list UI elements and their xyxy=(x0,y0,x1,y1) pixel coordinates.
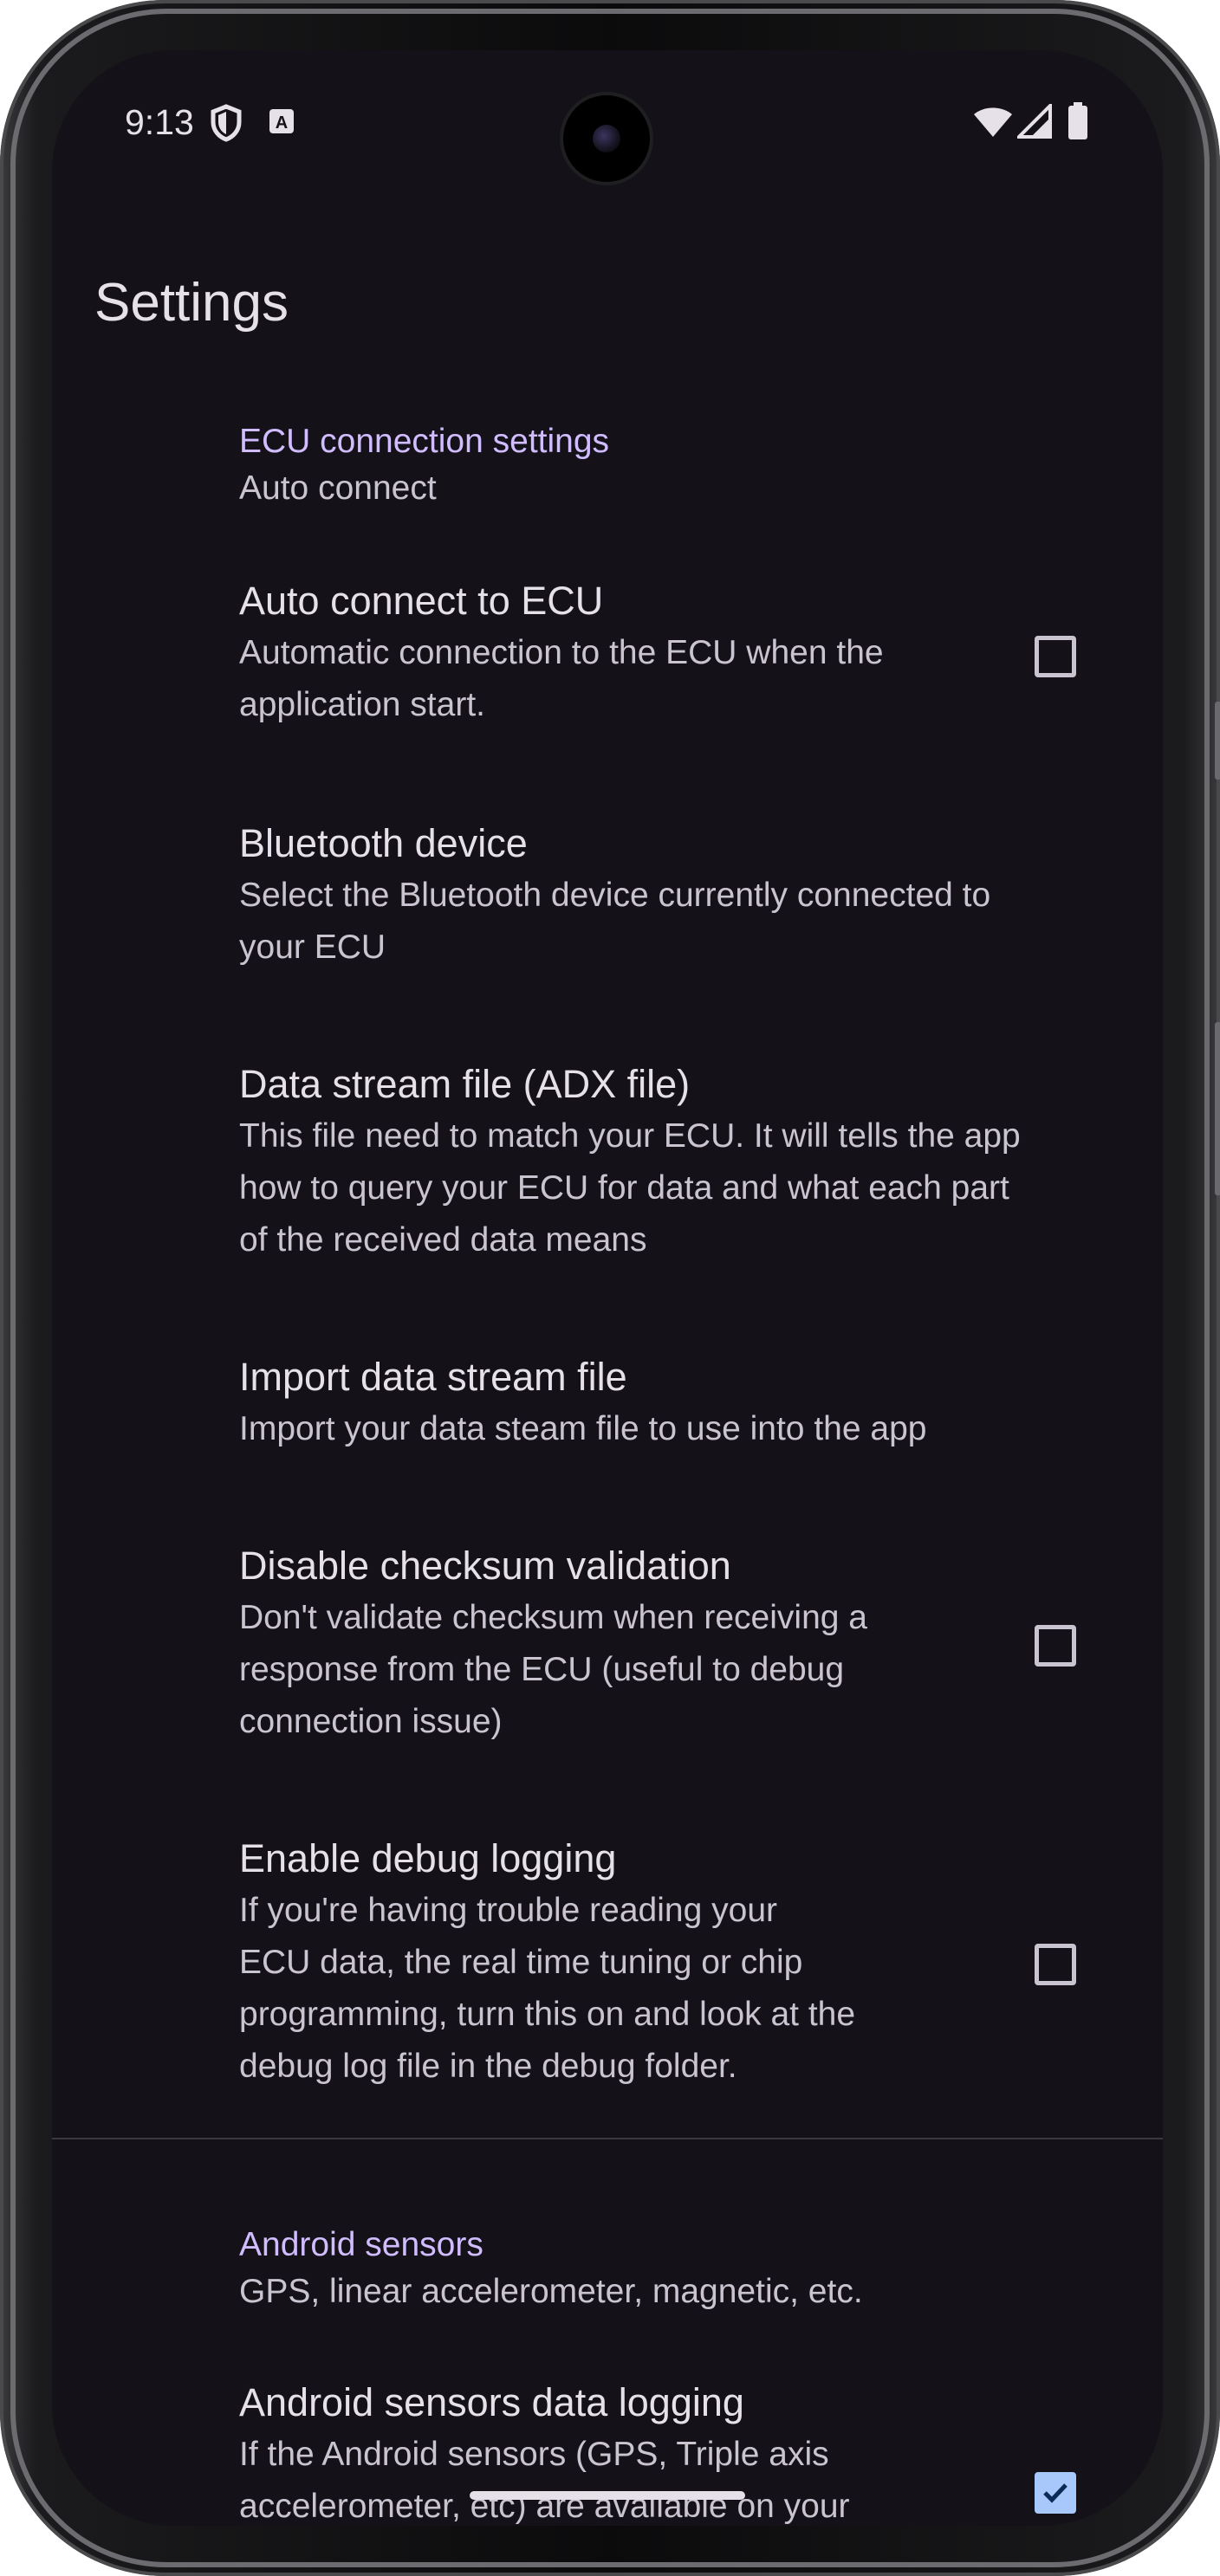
pref-title: Android sensors data logging xyxy=(239,2380,744,2424)
pref-title: Disable checksum validation xyxy=(239,1544,731,1588)
category-subtitle-ecu-connection: Auto connect xyxy=(239,469,437,507)
pref-summary-line: This file need to match your ECU. It wil… xyxy=(239,1117,1021,1155)
category-subtitle-android-sensors: GPS, linear accelerometer, magnetic, etc… xyxy=(239,2273,863,2310)
section-divider xyxy=(52,2138,1163,2139)
cellular-signal-icon xyxy=(1015,101,1052,143)
category-title-ecu-connection: ECU connection settings xyxy=(239,423,610,460)
category-title-android-sensors: Android sensors xyxy=(239,2226,483,2263)
auto-connect-checkbox[interactable] xyxy=(1035,636,1076,677)
accessibility-a-icon: A xyxy=(268,107,295,139)
pref-summary-line: If you're having trouble reading your xyxy=(239,1892,777,1929)
page-title: Settings xyxy=(94,273,289,333)
volume-button xyxy=(1215,702,1220,780)
pref-summary-line: application start. xyxy=(239,686,485,723)
pref-import-data-stream[interactable]: Import data stream file Import your data… xyxy=(239,1351,1140,1455)
pref-summary-line: your ECU xyxy=(239,929,386,966)
pref-summary-line: connection issue) xyxy=(239,1703,503,1740)
pref-android-sensors-logging[interactable]: Android sensors data logging If the Andr… xyxy=(239,2377,1140,2526)
pref-summary-line: debug log file in the debug folder. xyxy=(239,2048,737,2085)
pref-enable-debug-logging[interactable]: Enable debug logging If you're having tr… xyxy=(239,1833,1140,2093)
pref-title: Auto connect to ECU xyxy=(239,579,604,623)
pref-summary-line: ECU data, the real time tuning or chip xyxy=(239,1944,803,1981)
wifi-icon xyxy=(972,106,1014,143)
checkmark-icon xyxy=(1043,2483,1068,2503)
pref-auto-connect[interactable]: Auto connect to ECU Automatic connection… xyxy=(239,575,1140,731)
disable-checksum-checkbox[interactable] xyxy=(1035,1625,1076,1667)
pref-summary-line: of the received data means xyxy=(239,1221,647,1259)
gesture-nav-handle[interactable] xyxy=(470,2491,745,2500)
front-camera xyxy=(563,95,650,182)
pref-summary-line: response from the ECU (useful to debug xyxy=(239,1651,845,1688)
svg-text:A: A xyxy=(276,113,288,133)
pref-summary-line: Import your data steam file to use into … xyxy=(239,1410,927,1447)
pref-title: Bluetooth device xyxy=(239,821,528,865)
pref-title: Import data stream file xyxy=(239,1355,627,1399)
pref-summary-line: Automatic connection to the ECU when the xyxy=(239,634,884,671)
pref-summary-line: Don't validate checksum when receiving a xyxy=(239,1599,867,1636)
phone-frame: 9:13 A Settings ECU connection settings … xyxy=(0,0,1220,2576)
screen: 9:13 A Settings ECU connection settings … xyxy=(52,50,1163,2526)
debug-logging-checkbox[interactable] xyxy=(1035,1944,1076,1985)
power-button xyxy=(1215,1022,1220,1195)
pref-summary-line: accelerometer, etc) are available on you… xyxy=(239,2488,850,2525)
pref-summary-line: If the Android sensors (GPS, Triple axis xyxy=(239,2436,829,2473)
pref-data-stream-file[interactable]: Data stream file (ADX file) This file ne… xyxy=(239,1058,1140,1266)
battery-icon xyxy=(1068,102,1088,145)
pref-summary-line: programming, turn this on and look at th… xyxy=(239,1996,856,2033)
pref-bluetooth-device[interactable]: Bluetooth device Select the Bluetooth de… xyxy=(239,818,1140,974)
pref-title: Data stream file (ADX file) xyxy=(239,1062,691,1106)
pref-summary-line: how to query your ECU for data and what … xyxy=(239,1169,1009,1207)
status-time: 9:13 xyxy=(125,102,194,142)
shield-icon xyxy=(211,104,242,146)
pref-title: Enable debug logging xyxy=(239,1836,617,1880)
pref-summary-line: Select the Bluetooth device currently co… xyxy=(239,877,991,914)
pref-disable-checksum[interactable]: Disable checksum validation Don't valida… xyxy=(239,1540,1140,1748)
android-sensors-logging-checkbox[interactable] xyxy=(1035,2472,1076,2514)
